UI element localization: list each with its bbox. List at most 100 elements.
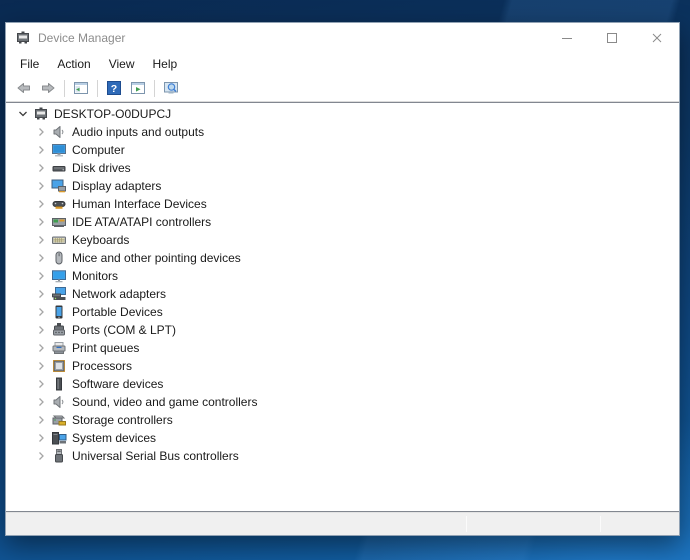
tree-item-disk-drives[interactable]: Disk drives [6,159,679,177]
minimize-icon [559,30,575,46]
toolbar-console-tree-button[interactable] [69,76,93,100]
sound-icon [51,394,67,410]
chevron-right-icon [33,358,49,374]
tree-item-audio-inputs-and-outputs[interactable]: Audio inputs and outputs [6,123,679,141]
tree-item-storage-controllers[interactable]: Storage controllers [6,411,679,429]
portable-icon [51,304,67,320]
tree-item-label: Disk drives [72,161,131,175]
menu-help[interactable]: Help [144,54,187,74]
tree-item-print-queues[interactable]: Print queues [6,339,679,357]
chevron-right-icon [33,214,49,230]
tree-item-label: Storage controllers [72,413,173,427]
tree-item-label: Ports (COM & LPT) [72,323,176,337]
menu-view[interactable]: View [100,54,144,74]
tree-item-label: System devices [72,431,156,445]
menu-action[interactable]: Action [48,54,99,74]
toolbar-scan-button[interactable] [159,76,183,100]
tree-item-label: Audio inputs and outputs [72,125,204,139]
maximize-button[interactable] [589,23,634,53]
tree-item-monitors[interactable]: Monitors [6,267,679,285]
tree-item-processors[interactable]: Processors [6,357,679,375]
chevron-right-icon [33,268,49,284]
chevron-right-icon [33,232,49,248]
tree-item-label: Portable Devices [72,305,163,319]
chevron-right-icon [33,340,49,356]
toolbar-help-button[interactable]: ? [102,76,126,100]
audio-icon [51,124,67,140]
chevron-right-icon [33,376,49,392]
back-icon [16,80,32,96]
toolbar-action-pane-button[interactable] [126,76,150,100]
mouse-icon [51,250,67,266]
help-icon: ? [106,80,122,96]
tree-item-display-adapters[interactable]: Display adapters [6,177,679,195]
disk-icon [51,160,67,176]
console-tree-icon [73,80,89,96]
keyboard-icon [51,232,67,248]
tree-item-label: Mice and other pointing devices [72,251,241,265]
device-tree: DESKTOP-O0DUPCJ Audio inputs and outputs C… [6,102,679,512]
close-icon [649,30,665,46]
chevron-right-icon [33,178,49,194]
tree-item-label: Print queues [72,341,139,355]
tree-item-software-devices[interactable]: Software devices [6,375,679,393]
tree-item-computer[interactable]: Computer [6,141,679,159]
tree-item-label: DESKTOP-O0DUPCJ [54,107,171,121]
toolbar-separator [154,80,155,97]
chevron-right-icon [33,304,49,320]
chevron-right-icon [33,250,49,266]
chevron-right-icon [33,196,49,212]
tree-root-desktop-o0dupcj[interactable]: DESKTOP-O0DUPCJ [6,105,679,123]
status-bar-separator [466,516,467,532]
window-title: Device Manager [38,31,125,45]
tree-item-universal-serial-bus-controllers[interactable]: Universal Serial Bus controllers [6,447,679,465]
usb-icon [51,448,67,464]
tree-item-mice-and-other-pointing-devices[interactable]: Mice and other pointing devices [6,249,679,267]
chevron-right-icon [33,160,49,176]
scan-icon [163,80,179,96]
tree-item-ide-ata-atapi-controllers[interactable]: IDE ATA/ATAPI controllers [6,213,679,231]
tree-item-label: Network adapters [72,287,166,301]
tree-item-sound-video-and-game-controllers[interactable]: Sound, video and game controllers [6,393,679,411]
network-icon [51,286,67,302]
close-button[interactable] [634,23,679,53]
tree-item-ports-com-lpt[interactable]: Ports (COM & LPT) [6,321,679,339]
tree-item-label: Display adapters [72,179,161,193]
action-pane-icon [130,80,146,96]
tree-item-keyboards[interactable]: Keyboards [6,231,679,249]
device-manager-icon [15,30,31,46]
title-bar[interactable]: Device Manager [6,23,679,53]
tree-item-human-interface-devices[interactable]: Human Interface Devices [6,195,679,213]
tree-item-label: Monitors [72,269,118,283]
tree-item-system-devices[interactable]: System devices [6,429,679,447]
toolbar-separator [64,80,65,97]
minimize-button[interactable] [544,23,589,53]
chevron-right-icon [33,124,49,140]
software-icon [51,376,67,392]
tree-item-portable-devices[interactable]: Portable Devices [6,303,679,321]
chevron-right-icon [33,142,49,158]
toolbar-forward-button[interactable] [36,76,60,100]
computer-icon [51,142,67,158]
monitor-icon [51,268,67,284]
storage-icon [51,412,67,428]
caption-buttons [544,23,679,53]
tree-item-label: Keyboards [72,233,129,247]
svg-text:?: ? [111,83,117,95]
system-icon [51,430,67,446]
tree-item-network-adapters[interactable]: Network adapters [6,285,679,303]
chevron-right-icon [33,412,49,428]
chevron-down-icon [15,106,31,122]
hid-icon [51,196,67,212]
tree-item-label: Processors [72,359,132,373]
toolbar-back-button[interactable] [12,76,36,100]
tree-item-label: Computer [72,143,125,157]
tree-item-label: Human Interface Devices [72,197,207,211]
display-adapter-icon [51,178,67,194]
chevron-right-icon [33,286,49,302]
device-manager-window: Device Manager FileActionViewHelp ? DESK… [5,22,680,536]
menu-file[interactable]: File [11,54,48,74]
toolbar: ? [6,75,679,102]
ide-icon [51,214,67,230]
processor-icon [51,358,67,374]
